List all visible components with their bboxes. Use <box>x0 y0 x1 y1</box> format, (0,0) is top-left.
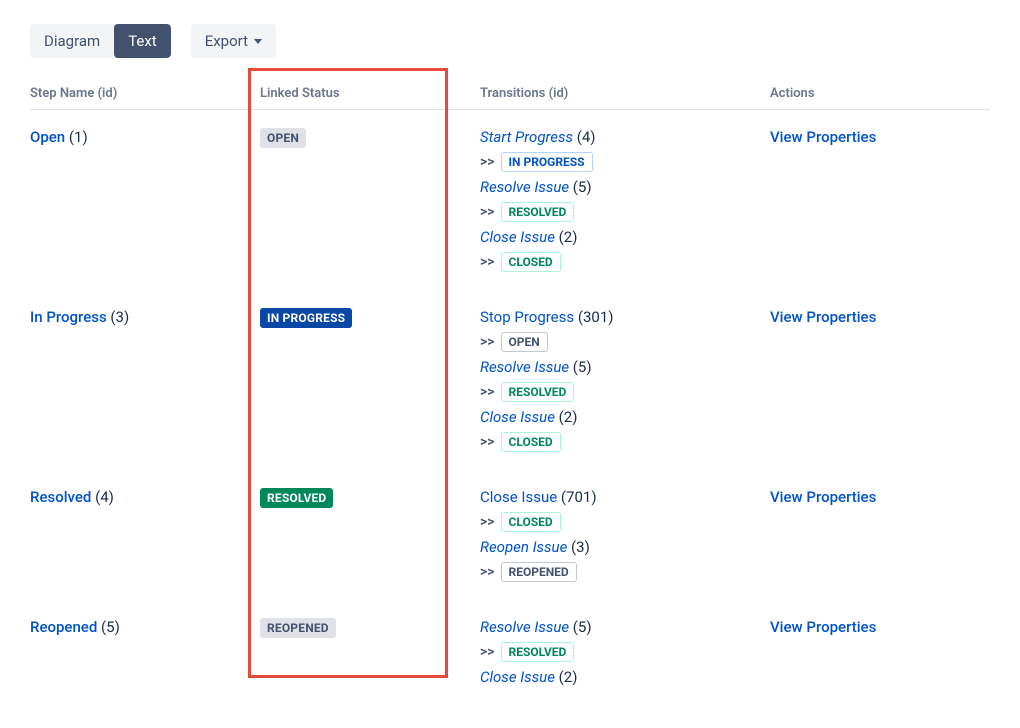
col-header-transitions: Transitions (id) <box>480 86 770 101</box>
transition-id: (301) <box>574 308 613 326</box>
transition-arrow: >> <box>480 514 495 530</box>
transition-id: (5) <box>569 358 592 376</box>
chevron-down-icon <box>254 39 262 44</box>
step-name-link[interactable]: Resolved <box>30 488 91 506</box>
linked-status-badge: RESOLVED <box>260 488 333 508</box>
export-dropdown-button[interactable]: Export <box>191 24 276 58</box>
view-properties-link[interactable]: View Properties <box>770 488 876 506</box>
linked-status-badge: IN PROGRESS <box>260 308 352 328</box>
transition-id: (4) <box>573 128 596 146</box>
transition-arrow: >> <box>480 334 495 350</box>
transition-link[interactable]: Start Progress <box>480 128 573 146</box>
transition-arrow: >> <box>480 384 495 400</box>
step-name-link[interactable]: In Progress <box>30 308 107 326</box>
table-row: Resolved (4) RESOLVED Close Issue (701) >> C… <box>30 470 990 600</box>
transition-id: (701) <box>557 488 596 506</box>
transition-id: (3) <box>567 538 590 556</box>
transition-destination-badge: RESOLVED <box>501 202 575 222</box>
transition-link[interactable]: Close Issue <box>480 228 555 246</box>
table-header-row: Step Name (id) Linked Status Transitions… <box>30 86 990 110</box>
step-name-link[interactable]: Reopened <box>30 618 97 636</box>
transition-id: (5) <box>569 178 592 196</box>
linked-status-badge: OPEN <box>260 128 306 148</box>
transition-arrow: >> <box>480 434 495 450</box>
transition-id: (2) <box>555 228 578 246</box>
transition-destination-badge: CLOSED <box>501 432 561 452</box>
col-header-step: Step Name (id) <box>30 86 260 101</box>
transition-link[interactable]: Close Issue <box>480 408 555 426</box>
col-header-actions: Actions <box>770 86 990 101</box>
col-header-linked: Linked Status <box>260 86 480 101</box>
transition-arrow: >> <box>480 564 495 580</box>
step-id: (4) <box>91 488 114 506</box>
transition-link[interactable]: Close Issue <box>480 668 555 686</box>
transition-arrow: >> <box>480 154 495 170</box>
tab-text[interactable]: Text <box>114 24 171 58</box>
view-mode-tabs: Diagram Text Export <box>30 24 990 58</box>
transition-destination-badge: CLOSED <box>501 252 561 272</box>
table-row: In Progress (3)IN PROGRESSStop Progress … <box>30 290 990 470</box>
export-label: Export <box>205 32 248 50</box>
workflow-steps-table: Step Name (id) Linked Status Transitions… <box>30 86 990 704</box>
transition-destination-badge: RESOLVED <box>501 642 575 662</box>
transition-id: (5) <box>569 618 592 636</box>
view-mode-tabgroup: Diagram Text <box>30 24 171 58</box>
view-properties-link[interactable]: View Properties <box>770 128 876 146</box>
step-name-link[interactable]: Open <box>30 128 65 146</box>
transition-destination-badge: CLOSED <box>501 512 561 532</box>
table-row: Reopened (5) REOPENED Resolve Issue (5) >> R… <box>30 600 990 704</box>
view-properties-link[interactable]: View Properties <box>770 308 876 326</box>
transition-link[interactable]: Close Issue <box>480 488 557 506</box>
transition-link[interactable]: Reopen Issue <box>480 538 567 556</box>
step-id: (5) <box>97 618 120 636</box>
transition-arrow: >> <box>480 254 495 270</box>
view-properties-link[interactable]: View Properties <box>770 618 876 636</box>
step-id: (1) <box>65 128 88 146</box>
transition-destination-badge: IN PROGRESS <box>501 152 593 172</box>
transition-destination-badge: REOPENED <box>501 562 577 582</box>
transition-id: (2) <box>555 668 578 686</box>
linked-status-badge: REOPENED <box>260 618 336 638</box>
transition-link[interactable]: Stop Progress <box>480 308 574 326</box>
transition-arrow: >> <box>480 644 495 660</box>
transition-link[interactable]: Resolve Issue <box>480 358 569 376</box>
transition-link[interactable]: Resolve Issue <box>480 178 569 196</box>
step-id: (3) <box>107 308 130 326</box>
transition-destination-badge: RESOLVED <box>501 382 575 402</box>
transition-link[interactable]: Resolve Issue <box>480 618 569 636</box>
transition-destination-badge: OPEN <box>501 332 548 352</box>
transition-id: (2) <box>555 408 578 426</box>
table-row: Open (1) OPEN Start Progress (4) >> IN PROGR… <box>30 110 990 290</box>
transition-arrow: >> <box>480 204 495 220</box>
tab-diagram[interactable]: Diagram <box>30 24 114 58</box>
